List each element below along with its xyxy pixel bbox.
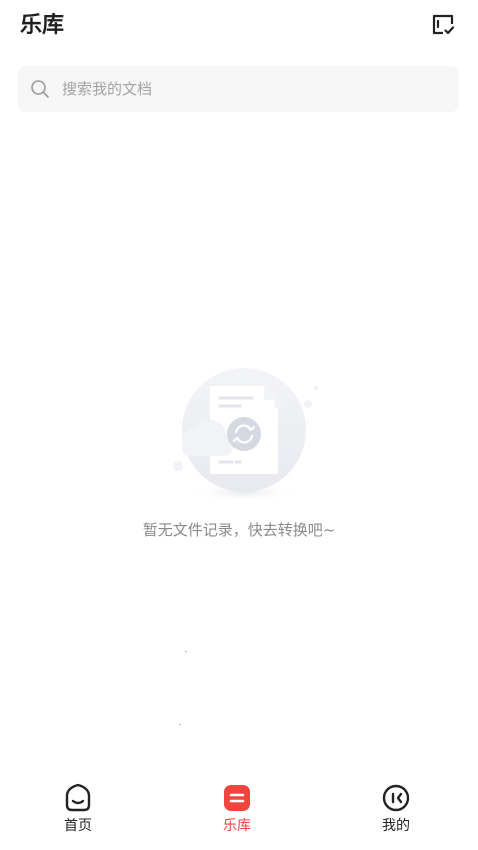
header-bar: 乐库	[0, 0, 478, 54]
stray-dot	[179, 724, 181, 725]
nav-tab-home[interactable]: 首页	[18, 770, 138, 850]
bottom-navigation: 首页 乐库 我的	[0, 770, 478, 850]
checklist-edit-icon	[432, 14, 455, 35]
home-smile-icon	[65, 783, 91, 812]
empty-folder-illustration	[173, 368, 318, 502]
nav-tab-profile[interactable]: 我的	[336, 770, 456, 850]
nav-tab-library[interactable]: 乐库	[177, 770, 297, 850]
nav-label-home: 首页	[64, 818, 92, 834]
profile-face-icon	[382, 784, 410, 812]
stray-dot	[185, 651, 187, 652]
library-icon	[224, 785, 250, 811]
checklist-edit-button[interactable]	[430, 12, 456, 38]
search-input[interactable]	[62, 69, 442, 109]
nav-label-library: 乐库	[223, 818, 251, 834]
search-icon	[31, 80, 49, 98]
search-bar[interactable]	[18, 66, 459, 112]
nav-label-profile: 我的	[382, 818, 410, 834]
page-title: 乐库	[20, 13, 65, 38]
empty-state-message: 暂无文件记录，快去转换吧~	[142, 521, 336, 539]
